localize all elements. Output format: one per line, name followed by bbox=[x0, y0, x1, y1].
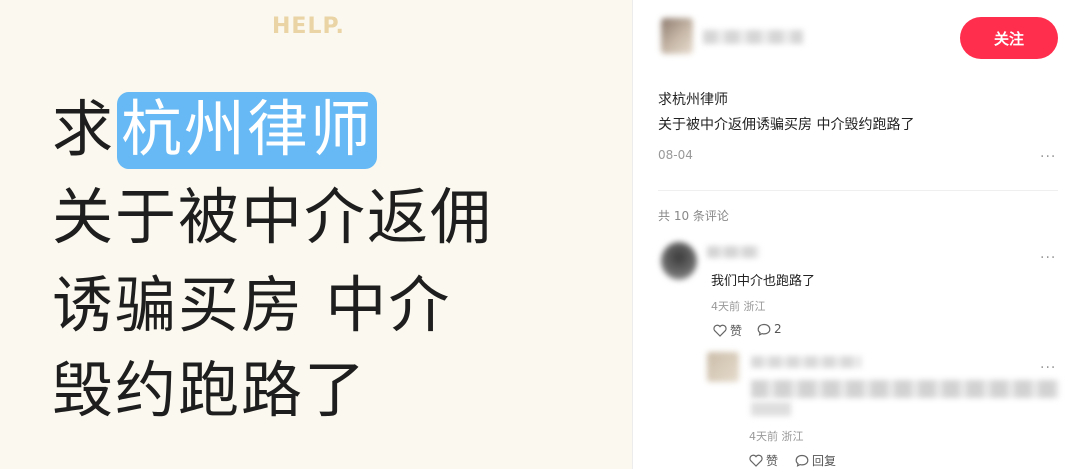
reply-reply-button[interactable]: 回复 bbox=[795, 452, 836, 469]
reply-text-tail bbox=[751, 402, 791, 416]
reply-time: 4天前 bbox=[749, 430, 778, 443]
image-line-1: 求杭州律师 bbox=[52, 92, 378, 169]
reply-location: 浙江 bbox=[781, 430, 804, 443]
comment-time: 4天前 bbox=[711, 300, 740, 313]
comment-meta: 4天前 浙江 bbox=[711, 298, 766, 314]
reply-avatar[interactable] bbox=[707, 352, 739, 382]
comment-more-icon[interactable]: ··· bbox=[1040, 251, 1056, 265]
section-divider bbox=[658, 190, 1058, 191]
comment-like-label: 赞 bbox=[730, 324, 743, 338]
reply-text bbox=[751, 380, 1059, 398]
post-image: HELP. 求杭州律师 关于被中介返佣 诱骗买房 中介 毁约跑路了 bbox=[0, 0, 632, 469]
comment-avatar[interactable] bbox=[661, 242, 697, 280]
post-date: 08-04 bbox=[658, 148, 693, 162]
image-line-1-highlight: 杭州律师 bbox=[117, 92, 378, 169]
reply-more-icon[interactable]: ··· bbox=[1040, 361, 1056, 375]
post-detail-panel: 关注 求杭州律师 关于被中介返佣诱骗买房 中介毁约跑路了 08-04 ··· 共… bbox=[633, 0, 1080, 469]
comment-text: 我们中介也跑路了 bbox=[711, 274, 816, 289]
reply-reply-label: 回复 bbox=[812, 454, 837, 468]
post-body: 关于被中介返佣诱骗买房 中介毁约跑路了 bbox=[658, 117, 915, 133]
reply-author-name[interactable] bbox=[751, 356, 861, 368]
comment-reply-count: 2 bbox=[774, 322, 782, 336]
image-line-4: 毁约跑路了 bbox=[52, 355, 368, 426]
follow-button[interactable]: 关注 bbox=[960, 17, 1058, 59]
comment-author-name[interactable] bbox=[707, 246, 759, 258]
post-more-icon[interactable]: ··· bbox=[1040, 150, 1056, 164]
image-line-2: 关于被中介返佣 bbox=[52, 182, 494, 253]
comment-like-button[interactable]: 赞 bbox=[713, 322, 742, 339]
reply-meta: 4天前 浙江 bbox=[749, 428, 804, 444]
comment-bubble-icon bbox=[795, 454, 809, 467]
reply-like-button[interactable]: 赞 bbox=[749, 452, 778, 469]
help-sticker: HELP. bbox=[272, 14, 345, 39]
heart-icon bbox=[713, 324, 727, 337]
heart-icon bbox=[749, 454, 763, 467]
post-title: 求杭州律师 bbox=[658, 92, 728, 108]
author-name[interactable] bbox=[703, 30, 803, 44]
comment-location: 浙江 bbox=[743, 300, 766, 313]
image-line-3: 诱骗买房 中介 bbox=[52, 270, 452, 341]
comment-count: 共 10 条评论 bbox=[658, 209, 729, 223]
comment-reply-button[interactable]: 2 bbox=[757, 322, 782, 336]
reply-like-label: 赞 bbox=[766, 454, 779, 468]
comment-bubble-icon bbox=[757, 323, 771, 336]
image-line-1-prefix: 求 bbox=[52, 94, 116, 165]
author-avatar[interactable] bbox=[661, 18, 693, 54]
